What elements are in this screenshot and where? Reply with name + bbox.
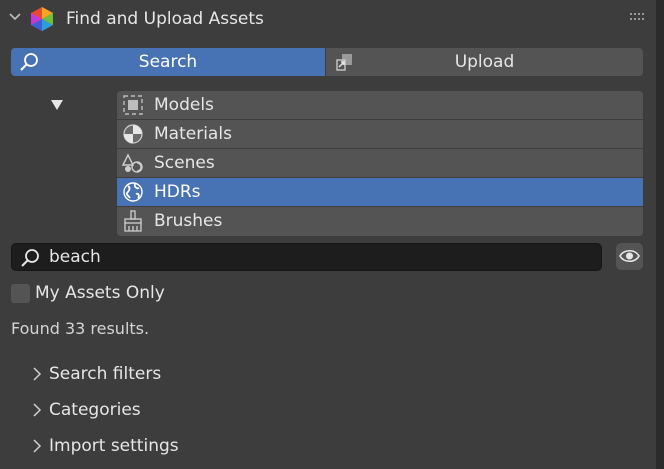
section-search-filters[interactable]: Search filters xyxy=(30,362,330,388)
asset-type-brushes[interactable]: Brushes xyxy=(117,207,643,235)
material-icon xyxy=(123,124,143,144)
panel-title: Find and Upload Assets xyxy=(66,9,264,29)
drag-grip-icon[interactable] xyxy=(630,13,644,21)
chevron-right-icon xyxy=(33,367,42,381)
my-assets-only-checkbox[interactable] xyxy=(11,284,30,303)
asset-type-label: Brushes xyxy=(154,211,223,231)
section-label: Import settings xyxy=(49,436,179,456)
visibility-toggle-button[interactable] xyxy=(616,243,643,270)
scrollbar[interactable] xyxy=(656,0,664,469)
asset-type-label: Scenes xyxy=(154,153,215,173)
object-icon xyxy=(123,95,143,115)
results-count-text: Found 33 results. xyxy=(11,319,150,338)
search-input[interactable] xyxy=(49,246,589,268)
panel-header[interactable]: Find and Upload Assets xyxy=(0,0,656,38)
eye-icon xyxy=(619,249,640,263)
asset-type-label: HDRs xyxy=(154,182,201,202)
world-icon xyxy=(123,182,143,202)
search-mode-button[interactable]: Search xyxy=(11,48,325,76)
asset-type-list: Models Materials Scenes HDRs Brushes xyxy=(117,91,643,236)
upload-icon xyxy=(336,54,352,71)
triangle-down-icon[interactable] xyxy=(50,99,64,111)
scene-icon xyxy=(122,153,143,173)
asset-type-label: Models xyxy=(154,95,214,115)
search-icon xyxy=(20,53,38,71)
upload-mode-label: Upload xyxy=(454,52,515,72)
my-assets-only-label[interactable]: My Assets Only xyxy=(35,283,165,303)
brush-icon xyxy=(124,210,142,232)
asset-type-models[interactable]: Models xyxy=(117,91,643,119)
search-icon xyxy=(21,249,39,267)
asset-panel: Find and Upload Assets Search Upload Mod… xyxy=(0,0,656,469)
chevron-right-icon xyxy=(33,439,42,453)
blenderkit-logo xyxy=(31,7,53,31)
section-import-settings[interactable]: Import settings xyxy=(30,434,330,460)
asset-type-materials[interactable]: Materials xyxy=(117,120,643,148)
asset-type-scenes[interactable]: Scenes xyxy=(117,149,643,177)
asset-type-hdrs[interactable]: HDRs xyxy=(117,178,643,206)
search-mode-label: Search xyxy=(138,52,198,72)
search-field[interactable] xyxy=(11,243,602,271)
upload-mode-button[interactable]: Upload xyxy=(326,48,643,76)
asset-type-label: Materials xyxy=(154,124,232,144)
section-categories[interactable]: Categories xyxy=(30,398,330,424)
section-label: Search filters xyxy=(49,364,162,384)
chevron-down-icon[interactable] xyxy=(8,10,22,24)
chevron-right-icon xyxy=(33,403,42,417)
section-label: Categories xyxy=(49,400,141,420)
